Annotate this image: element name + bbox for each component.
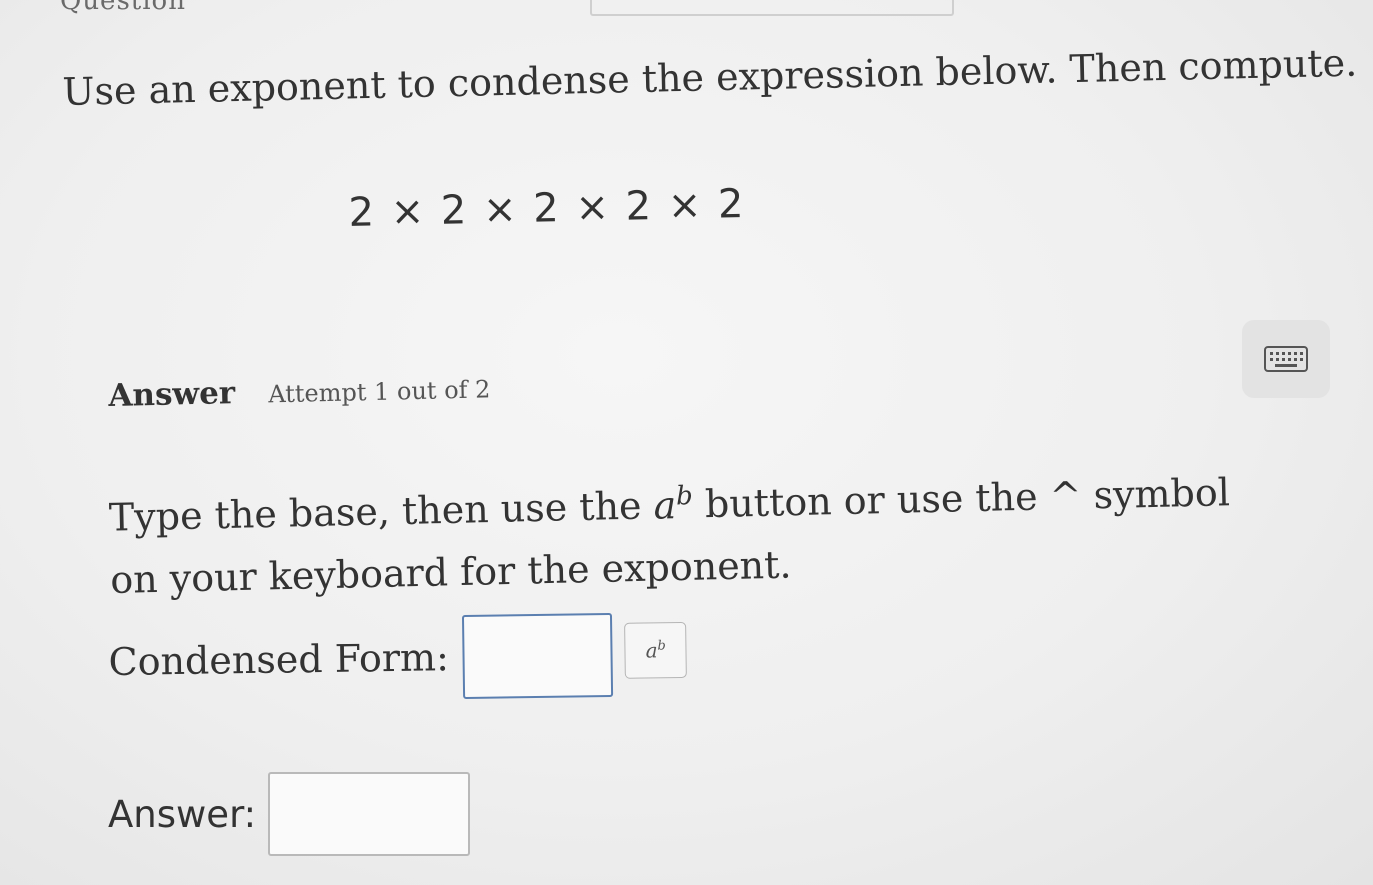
answer-input[interactable]: [268, 772, 471, 856]
condensed-form-input[interactable]: [462, 612, 614, 700]
answer-label: Answer:: [108, 792, 257, 836]
condensed-form-row: Condensed Form: ab: [108, 612, 688, 704]
attempt-counter: Attempt 1 out of 2: [267, 375, 491, 409]
keyboard-icon: [1264, 346, 1308, 372]
keyboard-toggle-button[interactable]: [1242, 320, 1330, 398]
ab-inline-symbol: ab: [653, 480, 694, 528]
math-expression: 2 × 2 × 2 × 2 × 2: [348, 181, 744, 236]
input-instructions: Type the base, then use the ab button or…: [108, 451, 1291, 610]
answer-header: Answer Attempt 1 out of 2: [108, 369, 491, 414]
section-header-fragment: Question: [60, 0, 186, 16]
top-divider: [590, 0, 954, 16]
condensed-form-label: Condensed Form:: [108, 635, 450, 684]
answer-row: Answer:: [108, 772, 471, 856]
question-prompt: Use an exponent to condense the expressi…: [62, 40, 1358, 114]
exponent-button[interactable]: ab: [624, 621, 688, 679]
answer-title: Answer: [108, 375, 236, 414]
instruction-text-part1: Type the base, then use the: [108, 483, 642, 540]
